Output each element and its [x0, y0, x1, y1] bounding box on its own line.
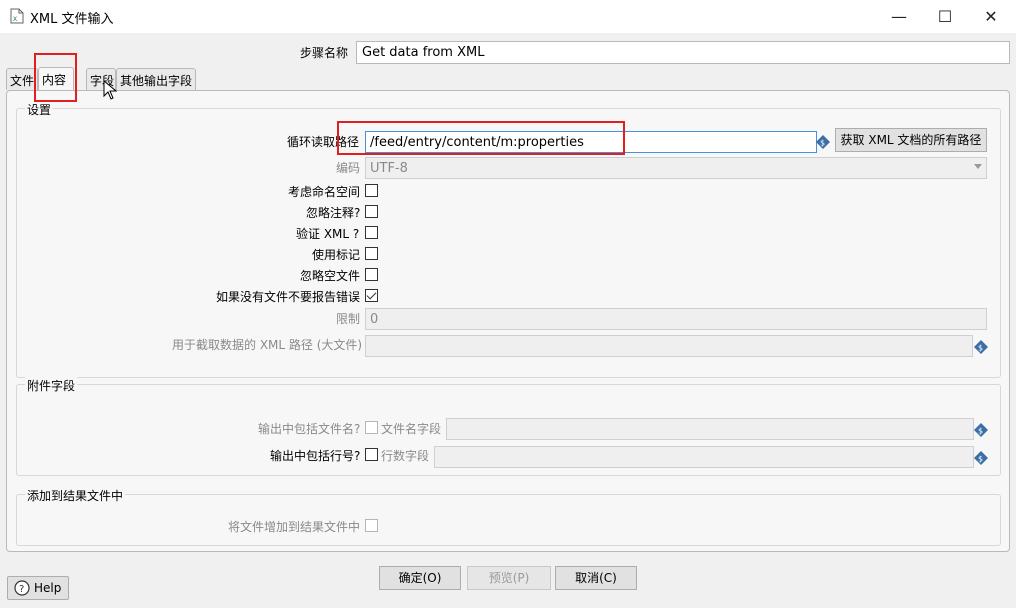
svg-text:$: $ [978, 427, 983, 436]
svg-text:$: $ [820, 139, 825, 148]
ignore-empty-label: 忽略空文件 [300, 269, 361, 283]
prune-path-input[interactable] [365, 335, 973, 357]
filename-field-input[interactable] [446, 418, 974, 440]
limit-label: 限制 [336, 312, 361, 326]
no-error-checkbox[interactable] [365, 289, 378, 302]
svg-text:$: $ [978, 344, 983, 353]
variable-icon[interactable]: $ [974, 423, 988, 437]
tab-other-output-fields[interactable]: 其他输出字段 [116, 68, 196, 90]
result-files-group [16, 494, 1001, 546]
rownum-field-input[interactable] [434, 446, 974, 468]
ignore-empty-checkbox[interactable] [365, 268, 378, 281]
settings-group-title: 设置 [25, 101, 54, 118]
additional-fields-title: 附件字段 [25, 377, 78, 394]
rownum-field-label: 行数字段 [381, 449, 430, 463]
title-bar: X XML 文件输入 — ☐ ✕ [0, 0, 1016, 33]
include-rownum-checkbox[interactable] [365, 448, 378, 461]
use-token-checkbox[interactable] [365, 247, 378, 260]
add-files-label: 将文件增加到结果文件中 [228, 520, 361, 534]
encoding-select[interactable]: UTF-8 [365, 157, 987, 179]
step-name-input[interactable]: Get data from XML [356, 41, 1010, 64]
ignore-comments-checkbox[interactable] [365, 205, 378, 218]
include-rownum-label: 输出中包括行号? [270, 449, 361, 463]
use-token-label: 使用标记 [312, 248, 361, 262]
include-filename-checkbox[interactable] [365, 421, 378, 434]
limit-input[interactable]: 0 [365, 308, 987, 330]
ignore-comments-label: 忽略注释? [306, 206, 361, 220]
chevron-down-icon [974, 164, 982, 169]
encoding-label: 编码 [336, 161, 361, 175]
validate-xml-label: 验证 XML ? [296, 227, 360, 241]
ok-button[interactable]: 确定(O) [379, 566, 461, 590]
maximize-button[interactable]: ☐ [922, 0, 968, 32]
xml-file-icon: X [10, 8, 24, 24]
mouse-cursor-icon [103, 80, 117, 100]
svg-text:$: $ [978, 455, 983, 464]
encoding-value: UTF-8 [370, 161, 408, 176]
add-files-checkbox[interactable] [365, 519, 378, 532]
prune-path-label: 用于截取数据的 XML 路径 (大文件) [172, 338, 363, 352]
svg-text:X: X [13, 16, 17, 23]
variable-icon[interactable]: $ [816, 135, 830, 149]
window-title: XML 文件输入 [30, 12, 114, 27]
no-error-label: 如果没有文件不要报告错误 [216, 290, 361, 304]
minimize-button[interactable]: — [876, 0, 922, 32]
highlight-box-tab [34, 53, 77, 102]
filename-field-label: 文件名字段 [381, 422, 442, 436]
namespace-label: 考虑命名空间 [288, 185, 361, 199]
help-label: Help [34, 581, 62, 595]
variable-icon[interactable]: $ [974, 340, 988, 354]
svg-text:?: ? [19, 584, 24, 595]
content-panel: 设置 循环读取路径 /feed/entry/content/m:properti… [6, 90, 1010, 552]
close-button[interactable]: ✕ [968, 0, 1014, 32]
help-icon: ? [14, 580, 30, 596]
include-filename-label: 输出中包括文件名? [258, 422, 361, 436]
help-button[interactable]: ? Help [7, 576, 69, 600]
get-xml-paths-button[interactable]: 获取 XML 文档的所有路径 [835, 128, 987, 152]
highlight-box-loop-path [337, 121, 625, 155]
preview-button[interactable]: 预览(P) [467, 566, 551, 590]
step-name-label: 步骤名称 [300, 46, 349, 60]
variable-icon[interactable]: $ [974, 451, 988, 465]
validate-xml-checkbox[interactable] [365, 226, 378, 239]
cancel-button[interactable]: 取消(C) [555, 566, 637, 590]
result-files-title: 添加到结果文件中 [25, 487, 126, 504]
namespace-checkbox[interactable] [365, 184, 378, 197]
